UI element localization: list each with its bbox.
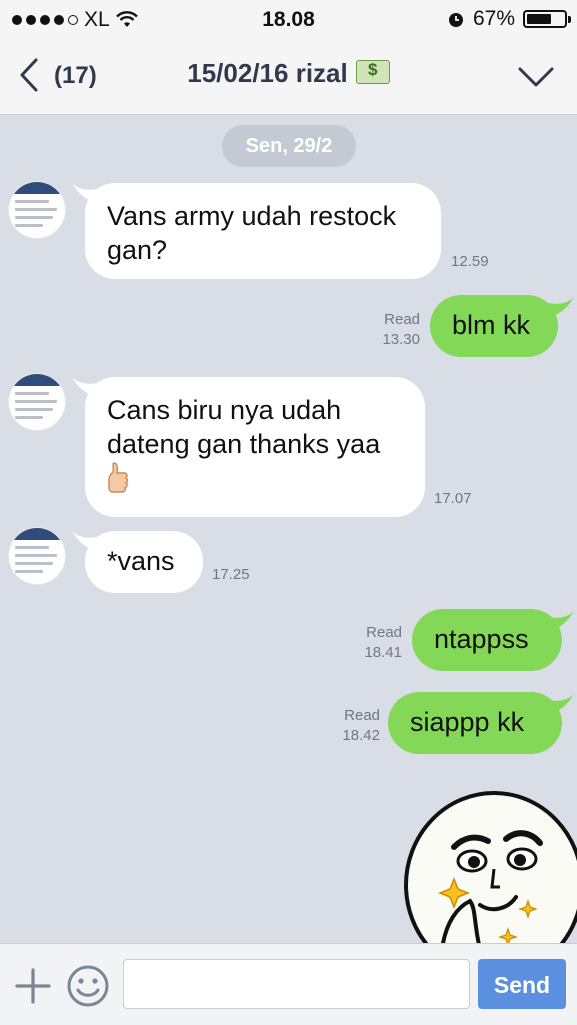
message-bubble-outgoing[interactable]: ntappss (412, 609, 562, 671)
message-time: 18.41 (364, 644, 402, 661)
message-text: siappp kk (410, 707, 525, 737)
chat-header: (17) 15/02/16 rizal (0, 38, 577, 115)
message-text: blm kk (452, 310, 531, 340)
contact-avatar[interactable] (8, 181, 66, 239)
bubble-tail (548, 694, 574, 714)
message-text: *vans (107, 546, 175, 576)
message-bubble-incoming[interactable]: Vans army udah restock gan? (85, 183, 441, 279)
date-separator: Sen, 29/2 (222, 125, 356, 167)
smirking-face-sticker[interactable] (396, 789, 577, 943)
contact-avatar[interactable] (8, 373, 66, 431)
battery-icon (523, 10, 571, 28)
contact-avatar[interactable] (8, 527, 66, 585)
message-time: 17.25 (212, 566, 250, 583)
send-button[interactable]: Send (478, 959, 566, 1009)
message-bubble-outgoing[interactable]: blm kk (430, 295, 558, 357)
chevron-down-icon[interactable] (517, 64, 555, 90)
bubble-tail (548, 611, 574, 631)
plus-icon[interactable] (14, 967, 52, 1005)
message-time: 17.07 (434, 490, 472, 507)
message-text: ntappss (434, 624, 529, 654)
status-bar: XL 18.08 67% (0, 0, 577, 38)
message-text: Cans biru nya udah dateng gan thanks yaa (107, 395, 381, 459)
status-right: 67% (447, 7, 571, 31)
message-bubble-outgoing[interactable]: siappp kk (388, 692, 562, 754)
chat-title[interactable]: 15/02/16 rizal (0, 58, 577, 89)
message-meta: Read 18.41 (342, 623, 402, 663)
message-time: 13.30 (382, 331, 420, 348)
message-meta: Read 18.42 (320, 706, 380, 746)
alarm-icon (448, 13, 463, 27)
thumbs-up-icon (108, 462, 129, 493)
message-bubble-incoming[interactable]: Cans biru nya udah dateng gan thanks yaa (85, 377, 425, 517)
message-input[interactable] (123, 959, 470, 1009)
message-time: 12.59 (451, 253, 489, 270)
money-bill-icon (355, 60, 390, 84)
chat-title-text: 15/02/16 rizal (187, 58, 348, 88)
chat-area[interactable]: Sen, 29/2 Vans army udah restock gan? 12… (0, 115, 577, 943)
message-bubble-incoming[interactable]: *vans (85, 531, 203, 593)
battery-percent: 67% (472, 7, 515, 30)
message-time: 18.42 (342, 727, 380, 744)
read-receipt: Read (344, 707, 380, 724)
read-receipt: Read (384, 311, 420, 328)
emoji-icon[interactable] (66, 964, 110, 1008)
message-text: Vans army udah restock gan? (107, 201, 397, 265)
read-receipt: Read (366, 624, 402, 641)
message-meta: Read 13.30 (360, 310, 420, 350)
bubble-tail (548, 297, 574, 317)
input-bar: Send (0, 943, 577, 1025)
